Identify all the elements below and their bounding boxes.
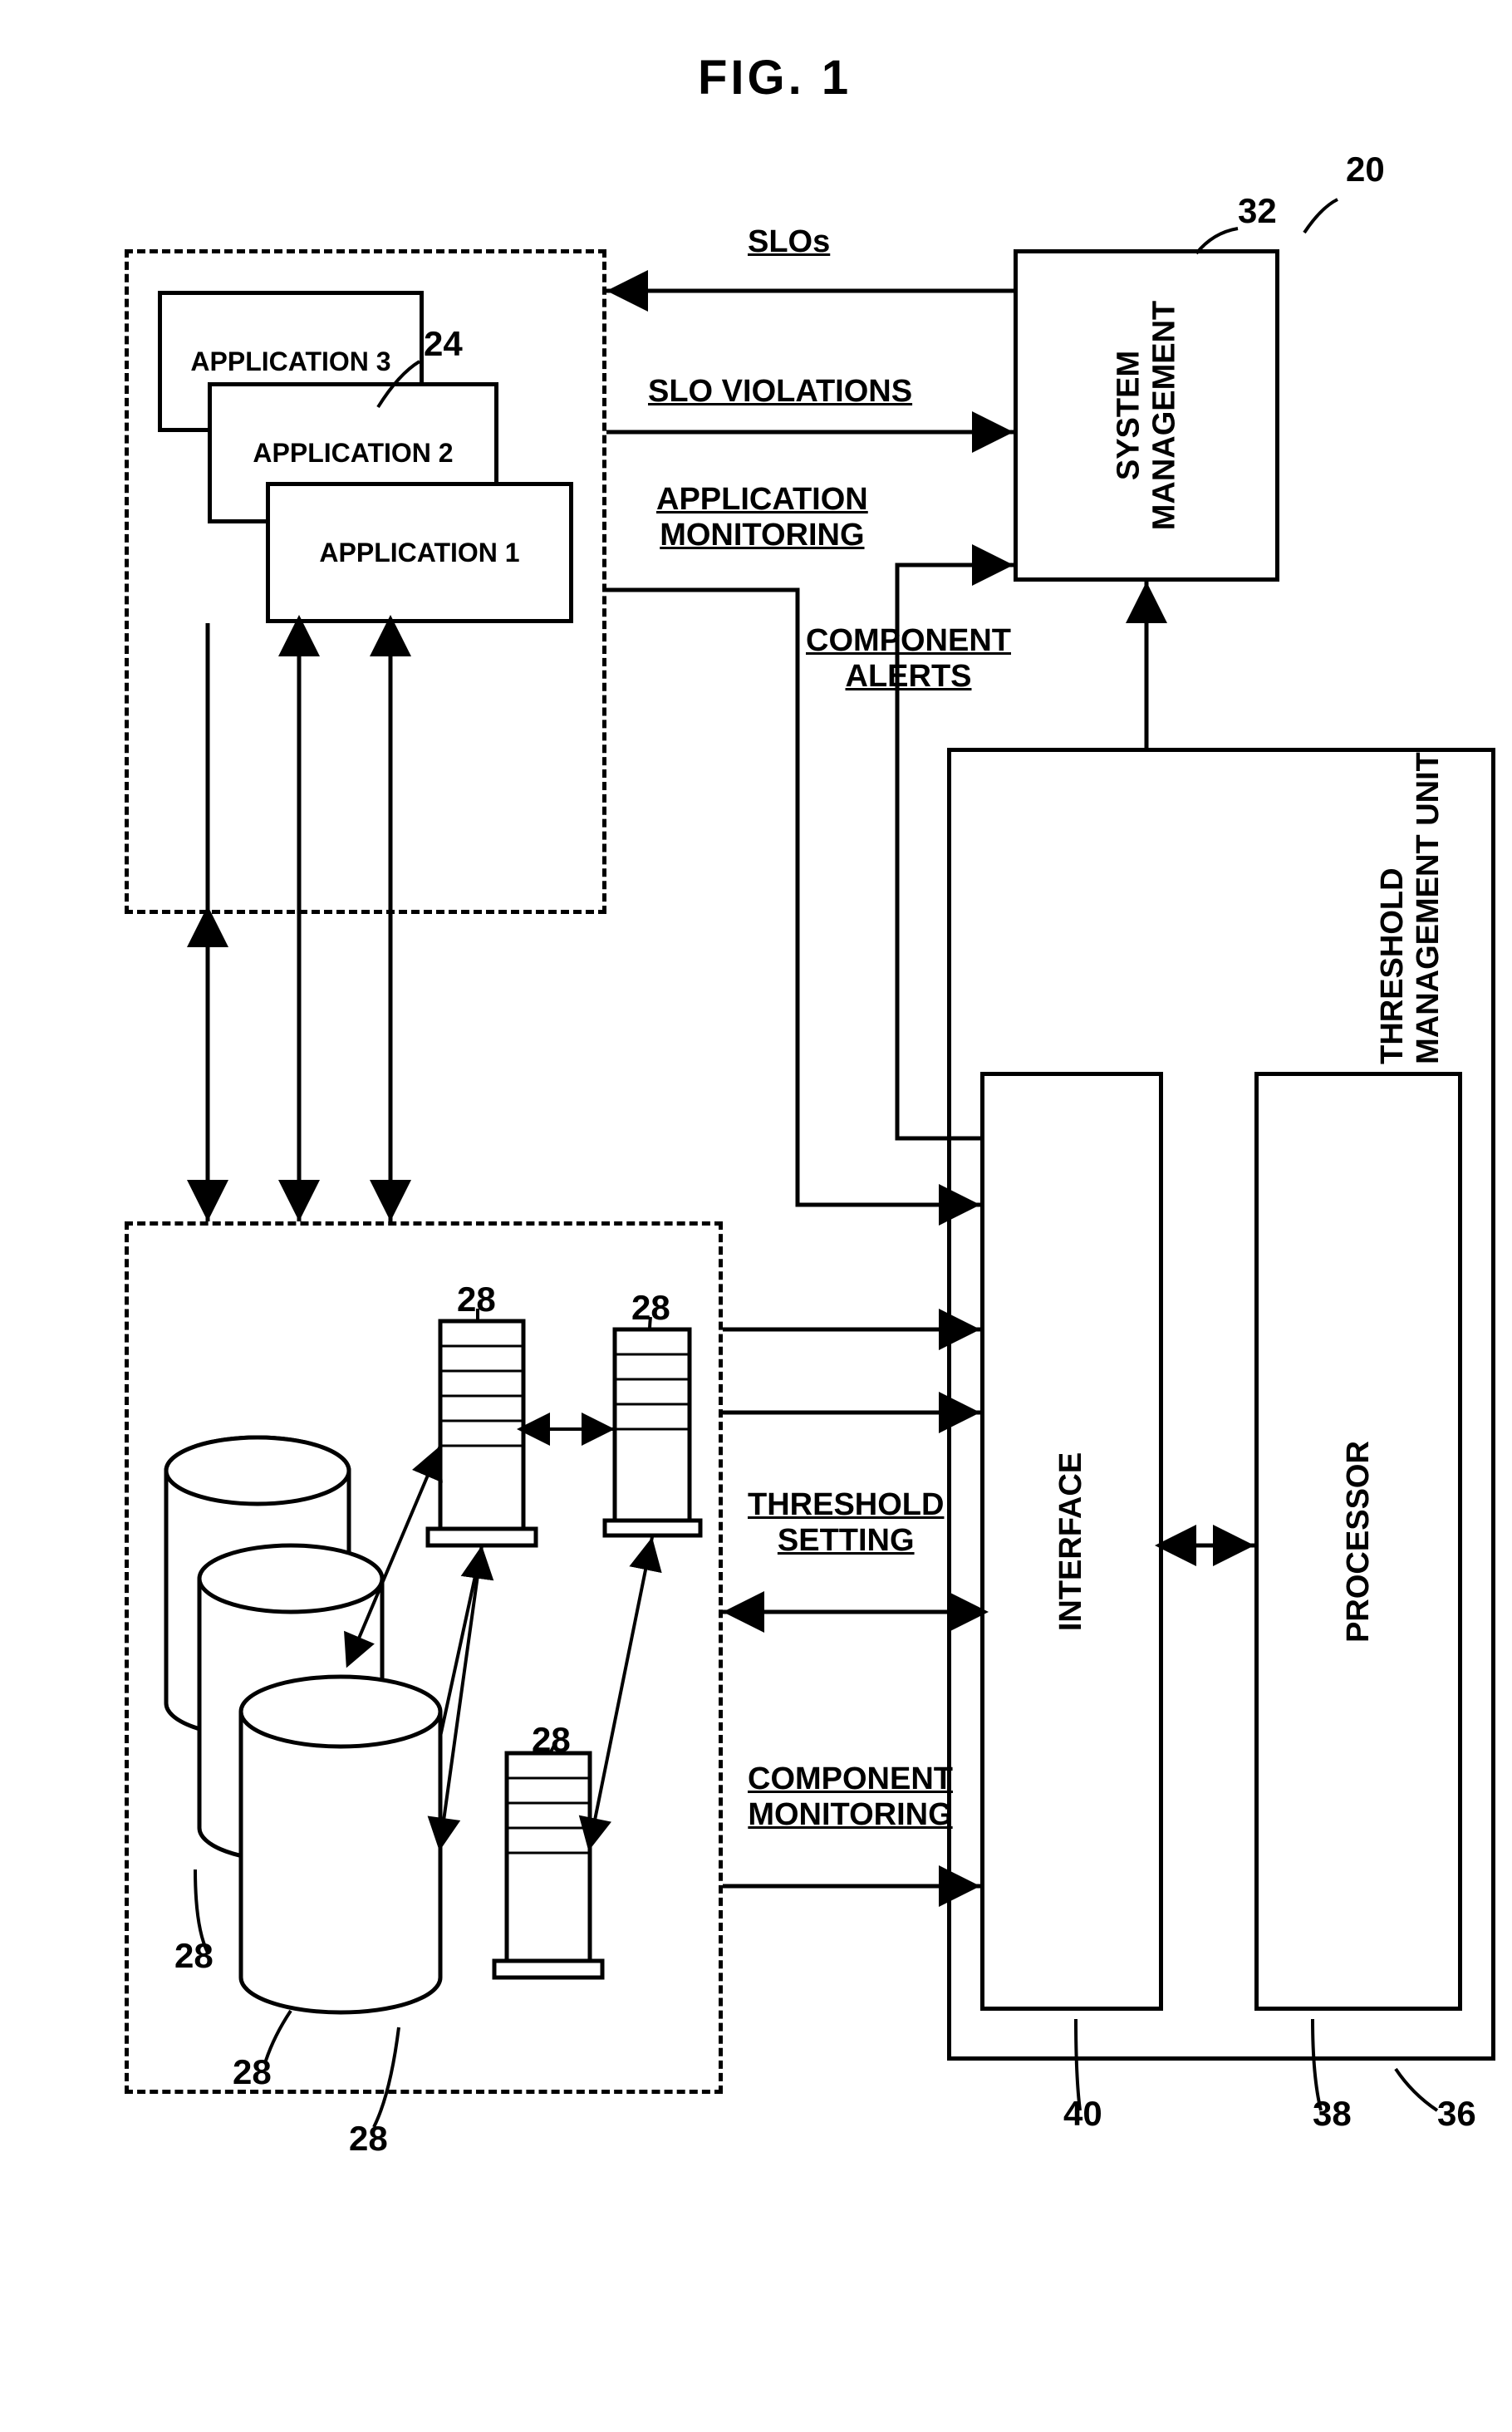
slos-label: SLOs bbox=[748, 224, 830, 260]
component-monitoring-label: COMPONENT MONITORING bbox=[748, 1761, 953, 1833]
processor-label: PROCESSOR bbox=[1341, 1441, 1377, 1643]
ref-28f: 28 bbox=[349, 2119, 388, 2159]
application-1-box: APPLICATION 1 bbox=[266, 482, 573, 623]
component-alerts-label: COMPONENT ALERTS bbox=[806, 623, 1011, 695]
ref-32: 32 bbox=[1238, 191, 1277, 231]
application-monitoring-label: APPLICATION MONITORING bbox=[656, 482, 868, 553]
ref-40: 40 bbox=[1063, 2094, 1102, 2134]
interface-label: INTERFACE bbox=[1054, 1452, 1090, 1630]
application-3-label: APPLICATION 3 bbox=[190, 346, 390, 377]
ref-28a: 28 bbox=[174, 1936, 214, 1976]
interface-box: INTERFACE bbox=[980, 1072, 1163, 2011]
ref-38: 38 bbox=[1313, 2094, 1352, 2134]
page: FIG. 1 20 APPLICATION 3 APPLICATION 2 AP… bbox=[17, 17, 1512, 2415]
slo-violations-label: SLO VIOLATIONS bbox=[648, 374, 912, 410]
ref-36: 36 bbox=[1437, 2094, 1476, 2134]
figure-title: FIG. 1 bbox=[698, 50, 852, 106]
system-management-box: SYSTEM MANAGEMENT bbox=[1014, 249, 1279, 582]
components-container bbox=[125, 1221, 723, 2094]
ref-24: 24 bbox=[424, 324, 463, 364]
threshold-setting-label: THRESHOLD SETTING bbox=[748, 1487, 944, 1559]
application-1-label: APPLICATION 1 bbox=[319, 538, 519, 568]
ref-20: 20 bbox=[1346, 150, 1385, 189]
ref-28d: 28 bbox=[532, 1720, 571, 1760]
tmu-label: THRESHOLD MANAGEMENT UNIT bbox=[1375, 752, 1446, 1064]
ref-28b: 28 bbox=[233, 2052, 272, 2092]
application-2-label: APPLICATION 2 bbox=[253, 438, 453, 469]
ref-28c: 28 bbox=[457, 1280, 496, 1319]
processor-box: PROCESSOR bbox=[1254, 1072, 1462, 2011]
ref-28e: 28 bbox=[631, 1288, 670, 1328]
system-management-label: SYSTEM MANAGEMENT bbox=[1111, 301, 1182, 531]
